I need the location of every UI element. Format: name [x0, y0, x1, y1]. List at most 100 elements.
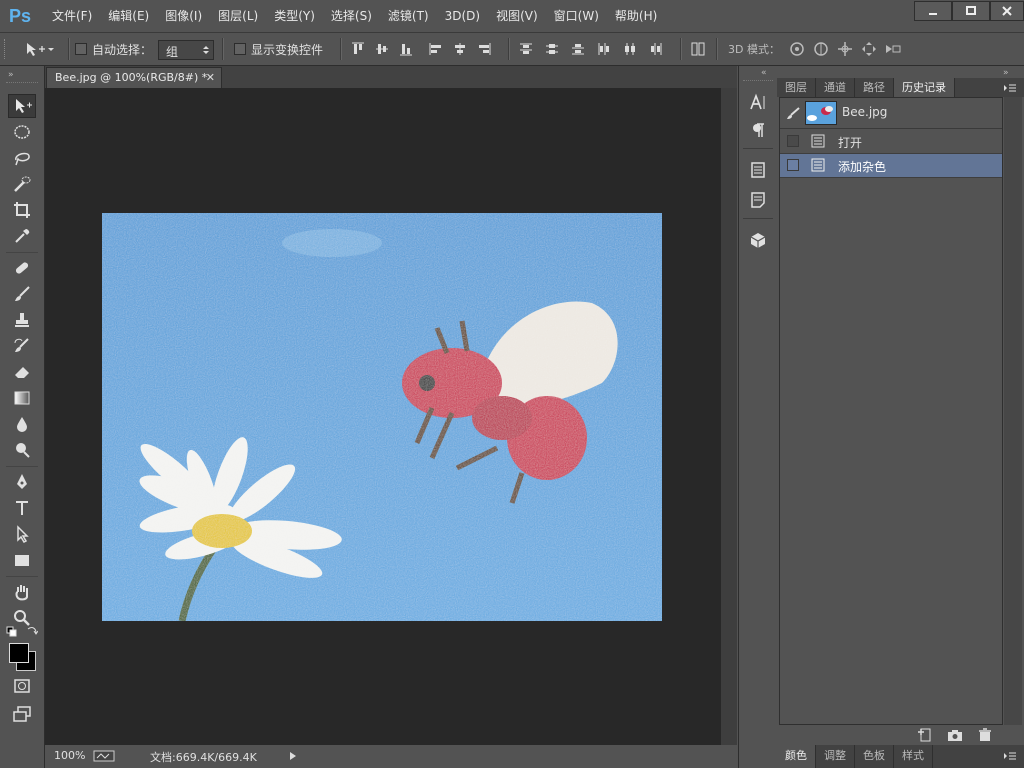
collapse-arrows-icon[interactable]: «: [761, 68, 767, 78]
default-colors-icon[interactable]: [6, 626, 18, 638]
minimize-button[interactable]: [914, 1, 952, 21]
menu-edit[interactable]: 编辑(E): [100, 0, 157, 32]
tab-styles[interactable]: 样式: [894, 745, 933, 768]
menu-type[interactable]: 类型(Y): [266, 0, 323, 32]
quick-select-tool[interactable]: [8, 172, 36, 196]
tab-layers[interactable]: 图层: [777, 78, 816, 97]
history-brush-source-icon[interactable]: [785, 106, 801, 120]
maximize-button[interactable]: [952, 1, 990, 21]
menu-select[interactable]: 选择(S): [323, 0, 380, 32]
align-left-icon[interactable]: [428, 41, 444, 57]
status-menu-arrow-icon[interactable]: [289, 751, 297, 761]
tab-swatches[interactable]: 色板: [855, 745, 894, 768]
distribute-vcenter-icon[interactable]: [544, 41, 560, 57]
history-brush-tool[interactable]: [8, 334, 36, 358]
menu-help[interactable]: 帮助(H): [607, 0, 665, 32]
panel-scrollbar[interactable]: [1004, 97, 1022, 725]
screen-mode-button[interactable]: [8, 702, 36, 726]
notes-panel-button[interactable]: [748, 190, 768, 210]
3d-roll-icon[interactable]: [812, 40, 830, 58]
3d-rotate-icon[interactable]: [788, 40, 806, 58]
close-button[interactable]: [990, 1, 1024, 21]
snapshot-row[interactable]: Bee.jpg: [780, 98, 1002, 129]
marquee-tool[interactable]: [8, 120, 36, 144]
collapse-arrows-icon[interactable]: »: [1003, 68, 1009, 78]
align-top-icon[interactable]: [350, 41, 366, 57]
status-preview-icon[interactable]: [93, 750, 115, 762]
distribute-hcenter-icon[interactable]: [622, 41, 638, 57]
tool-preset-picker[interactable]: [24, 40, 64, 58]
hand-tool[interactable]: [8, 580, 36, 604]
menu-window[interactable]: 窗口(W): [546, 0, 607, 32]
swap-colors-icon[interactable]: [26, 625, 38, 637]
trash-icon[interactable]: [977, 728, 993, 742]
tab-channels[interactable]: 通道: [816, 78, 855, 97]
doc-size: 文档:669.4K/669.4K: [150, 751, 257, 764]
history-item-label: 添加杂色: [838, 160, 887, 174]
document-image[interactable]: [102, 213, 662, 621]
tab-paths[interactable]: 路径: [855, 78, 894, 97]
close-icon: [1002, 6, 1012, 16]
tab-history[interactable]: 历史记录: [894, 78, 955, 97]
grip-handle[interactable]: [4, 39, 11, 59]
3d-panel-button[interactable]: [748, 230, 768, 250]
camera-icon[interactable]: [947, 728, 963, 742]
eyedropper-tool[interactable]: [8, 224, 36, 248]
distribute-left-icon[interactable]: [596, 41, 612, 57]
document-tab[interactable]: Bee.jpg @ 100%(RGB/8#) * ✕: [46, 67, 222, 88]
collapse-arrows-icon[interactable]: »: [8, 70, 14, 80]
path-select-tool[interactable]: [8, 522, 36, 546]
history-source-checkbox[interactable]: [787, 159, 799, 171]
3d-scale-icon[interactable]: [884, 40, 902, 58]
bottom-panel-menu-icon[interactable]: [1003, 750, 1017, 762]
auto-select-checkbox[interactable]: [75, 43, 87, 55]
3d-pan-icon[interactable]: [836, 40, 854, 58]
brush-tool[interactable]: [8, 282, 36, 306]
align-vcenter-icon[interactable]: [374, 41, 390, 57]
zoom-level[interactable]: 100%: [54, 749, 85, 762]
menu-view[interactable]: 视图(V): [488, 0, 546, 32]
move-tool[interactable]: [8, 94, 36, 118]
show-transform-checkbox[interactable]: [234, 43, 246, 55]
history-item-add-noise[interactable]: 添加杂色: [780, 154, 1002, 178]
align-right-icon[interactable]: [476, 41, 492, 57]
align-hcenter-icon[interactable]: [452, 41, 468, 57]
blur-tool[interactable]: [8, 412, 36, 436]
new-document-from-state-icon[interactable]: [917, 728, 933, 742]
vertical-scrollbar[interactable]: [721, 88, 737, 745]
gradient-tool[interactable]: [8, 386, 36, 410]
tab-color[interactable]: 颜色: [777, 745, 816, 768]
history-item-open[interactable]: 打开: [780, 130, 1002, 154]
quick-mask-button[interactable]: [8, 674, 36, 698]
foreground-color-swatch[interactable]: [9, 643, 29, 663]
menu-filter[interactable]: 滤镜(T): [380, 0, 437, 32]
lasso-tool[interactable]: [8, 146, 36, 170]
shape-tool[interactable]: [8, 548, 36, 572]
menu-image[interactable]: 图像(I): [157, 0, 210, 32]
align-bottom-icon[interactable]: [398, 41, 414, 57]
auto-select-dropdown[interactable]: 组: [158, 40, 214, 60]
crop-tool[interactable]: [8, 198, 36, 222]
3d-slide-icon[interactable]: [860, 40, 878, 58]
clone-stamp-tool[interactable]: [8, 308, 36, 332]
menu-3d[interactable]: 3D(D): [437, 0, 488, 32]
pen-tool[interactable]: [8, 470, 36, 494]
distribute-top-icon[interactable]: [518, 41, 534, 57]
distribute-right-icon[interactable]: [648, 41, 664, 57]
dodge-tool[interactable]: [8, 438, 36, 462]
paragraph-panel-button[interactable]: [748, 120, 768, 140]
healing-brush-tool[interactable]: [8, 256, 36, 280]
character-panel-button[interactable]: [748, 92, 768, 112]
eraser-tool[interactable]: [8, 360, 36, 384]
history-source-checkbox[interactable]: [787, 135, 799, 147]
auto-align-icon[interactable]: [690, 41, 706, 57]
close-tab-icon[interactable]: ✕: [206, 68, 215, 87]
tab-adjustments[interactable]: 调整: [816, 745, 855, 768]
menu-file[interactable]: 文件(F): [44, 0, 100, 32]
cube-icon: [750, 233, 766, 248]
distribute-bottom-icon[interactable]: [570, 41, 586, 57]
menu-layer[interactable]: 图层(L): [210, 0, 266, 32]
type-tool[interactable]: [8, 496, 36, 520]
history-panel-button[interactable]: [748, 160, 768, 180]
panel-menu-icon[interactable]: [1003, 82, 1017, 94]
